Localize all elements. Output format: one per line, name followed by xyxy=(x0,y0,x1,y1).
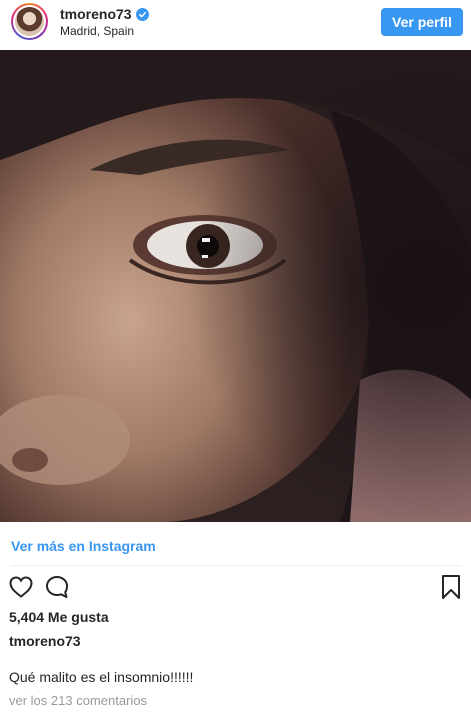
avatar-frame xyxy=(13,5,46,38)
view-more-link[interactable]: Ver más en Instagram xyxy=(11,538,156,554)
post-photo-image xyxy=(0,50,471,522)
user-block: tmoreno73 Madrid, Spain xyxy=(60,6,149,38)
avatar[interactable] xyxy=(11,3,48,40)
bookmark-icon[interactable] xyxy=(438,574,464,600)
view-comments-link[interactable]: ver los 213 comentarios xyxy=(9,693,147,708)
likes-count[interactable]: 5,404 Me gusta xyxy=(9,609,109,625)
username-link[interactable]: tmoreno73 xyxy=(60,6,132,22)
caption-username[interactable]: tmoreno73 xyxy=(9,633,81,649)
location-link[interactable]: Madrid, Spain xyxy=(60,24,149,38)
caption-text: Qué malito es el insomnio!!!!!! xyxy=(9,669,194,685)
view-more-row: Ver más en Instagram xyxy=(11,538,156,556)
post-photo[interactable] xyxy=(0,50,471,522)
comment-icon[interactable] xyxy=(44,574,70,600)
view-profile-button[interactable]: Ver perfil xyxy=(381,8,463,36)
post-header: tmoreno73 Madrid, Spain Ver perfil xyxy=(0,0,471,48)
username-row: tmoreno73 xyxy=(60,6,149,22)
avatar-image xyxy=(15,7,44,36)
verified-badge-icon xyxy=(135,7,149,21)
heart-icon[interactable] xyxy=(8,574,34,600)
divider xyxy=(11,565,461,566)
